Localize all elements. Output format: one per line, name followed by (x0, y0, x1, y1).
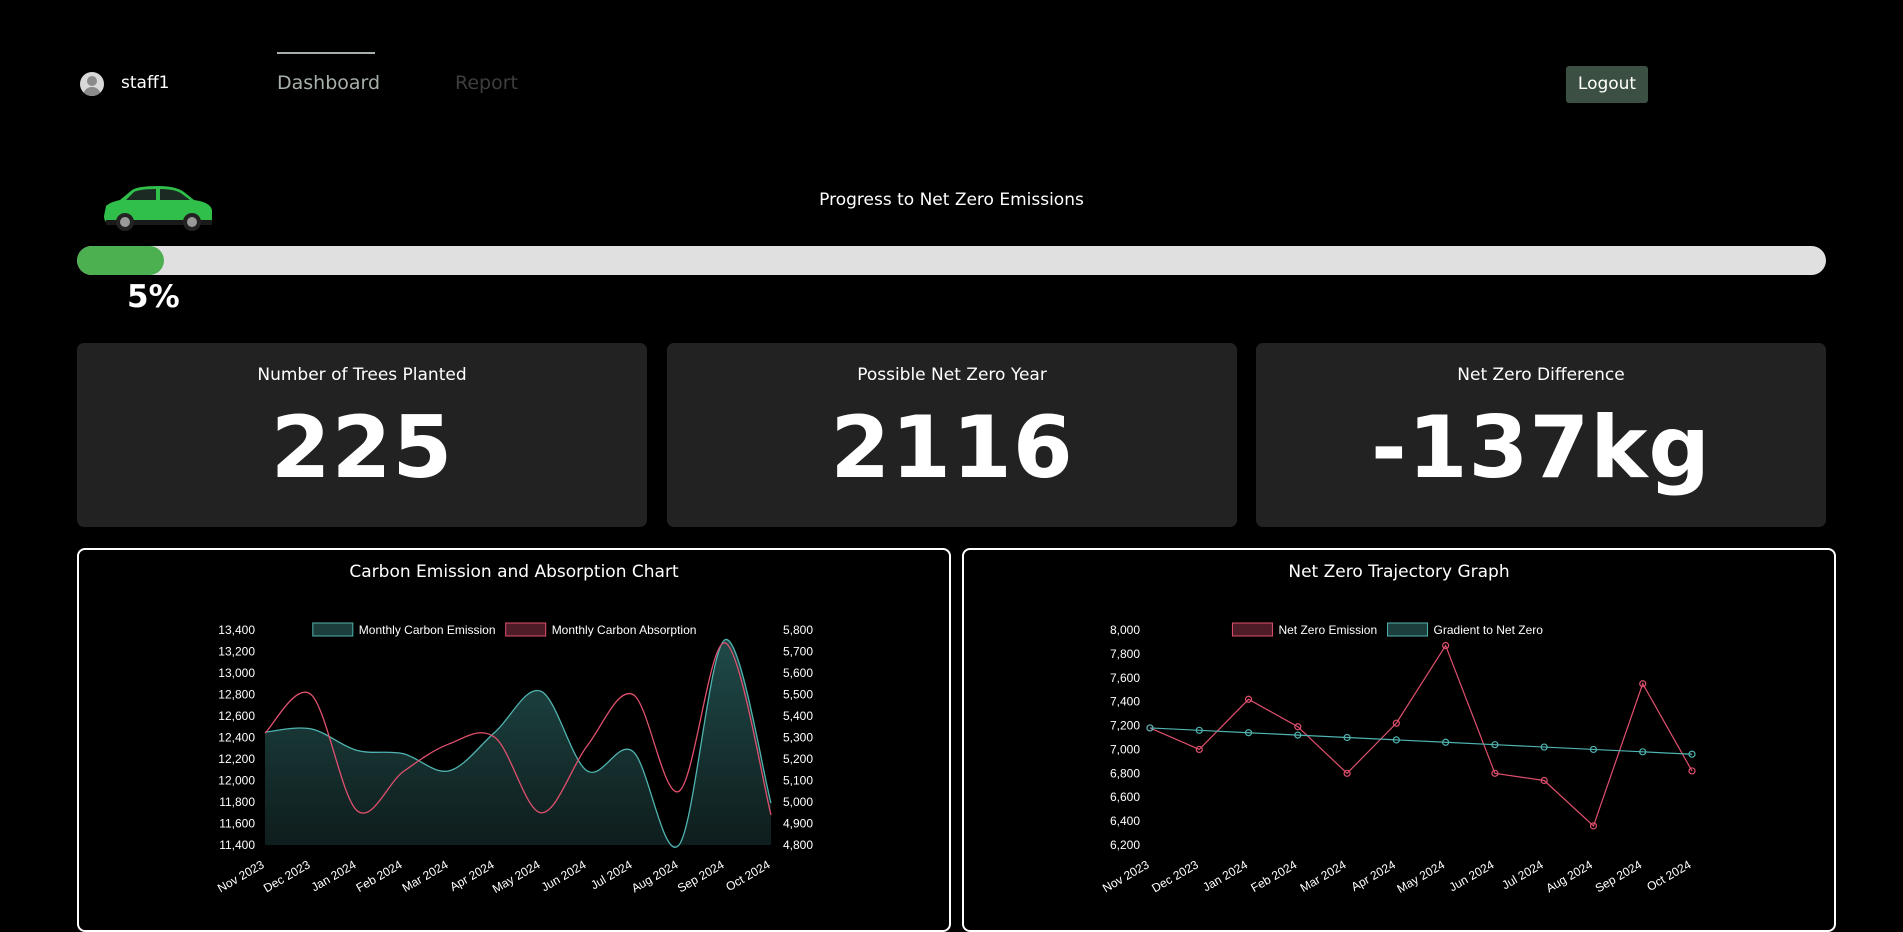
carbon-y-right-tick-label: 5,700 (783, 645, 813, 659)
trajectory-y-tick-label: 7,000 (1110, 742, 1140, 756)
trees-planted-label: Number of Trees Planted (257, 365, 467, 385)
progress-bar-fill (77, 246, 165, 275)
trees-planted-card: Number of Trees Planted 225 (77, 343, 647, 527)
net-zero-difference-value: -137kg (1371, 398, 1711, 498)
trajectory-x-tick-label: May 2024 (1394, 857, 1447, 896)
carbon-y-left-tick-label: 12,800 (218, 688, 255, 702)
carbon-y-left-tick-label: 12,400 (218, 731, 255, 745)
tab-dashboard[interactable]: Dashboard (277, 72, 380, 94)
trajectory-y-tick-label: 7,800 (1110, 647, 1140, 661)
carbon-y-left-tick-label: 11,800 (219, 795, 255, 809)
net-zero-difference-card: Net Zero Difference -137kg (1256, 343, 1826, 527)
carbon-x-tick-label: Dec 2023 (261, 857, 313, 895)
net-zero-year-label: Possible Net Zero Year (857, 365, 1047, 385)
carbon-y-left-tick-label: 12,600 (218, 709, 255, 723)
trajectory-x-tick-label: Feb 2024 (1248, 857, 1299, 895)
trajectory-x-tick-label: Nov 2023 (1100, 857, 1152, 895)
carbon-y-left-tick-label: 11,400 (219, 838, 255, 852)
carbon-x-tick-label: Sep 2024 (675, 857, 727, 895)
net-zero-difference-label: Net Zero Difference (1457, 365, 1625, 385)
trajectory-x-tick-label: Jul 2024 (1499, 857, 1546, 892)
net-zero-year-value: 2116 (830, 398, 1074, 498)
trajectory-legend-swatch-0 (1231, 622, 1273, 637)
carbon-x-tick-label: Aug 2024 (629, 857, 681, 895)
trajectory-x-tick-label: Aug 2024 (1543, 857, 1595, 895)
progress-percent: 5% (127, 279, 180, 315)
carbon-legend-label-1: Monthly Carbon Absorption (552, 623, 697, 637)
carbon-y-left-tick-label: 13,400 (218, 623, 255, 637)
trajectory-y-tick-label: 8,000 (1110, 623, 1140, 637)
trajectory-legend-swatch-1 (1387, 622, 1429, 637)
carbon-x-tick-label: Nov 2023 (215, 857, 267, 895)
carbon-y-left-tick-label: 13,000 (218, 666, 255, 680)
trajectory-y-tick-label: 7,600 (1110, 671, 1140, 685)
trajectory-chart: Net Zero Emission Gradient to Net Zero 8,0… (1100, 622, 1696, 896)
trajectory-legend-label-0: Net Zero Emission (1278, 623, 1377, 637)
carbon-y-right-tick-label: 5,400 (783, 709, 813, 723)
carbon-legend-swatch-1 (505, 622, 547, 637)
progress-bar (77, 246, 1826, 275)
carbon-x-tick-label: Feb 2024 (354, 857, 405, 895)
active-tab-indicator (277, 52, 375, 54)
trajectory-chart-panel: Net Zero Trajectory Graph Net Zero Emiss… (962, 548, 1836, 932)
trajectory-y-tick-label: 6,200 (1110, 838, 1140, 852)
trajectory-legend-label-1: Gradient to Net Zero (1434, 623, 1544, 637)
carbon-legend-swatch-0 (312, 622, 354, 637)
top-navigation: staff1 Dashboard Report Logout (0, 0, 1903, 120)
trajectory-x-tick-label: Oct 2024 (1644, 857, 1693, 894)
carbon-y-right-tick-label: 5,200 (783, 752, 813, 766)
carbon-chart: Monthly Carbon Emission Monthly Carbon Ab… (215, 622, 813, 896)
progress-title: Progress to Net Zero Emissions (819, 190, 1084, 210)
trajectory-y-tick-label: 6,400 (1110, 814, 1140, 828)
trajectory-x-tick-label: Jun 2024 (1447, 857, 1497, 894)
gradient-to-net-zero-series-line (1149, 727, 1693, 755)
trajectory-x-tick-label: Sep 2024 (1593, 857, 1645, 895)
trajectory-x-tick-label: Jan 2024 (1200, 857, 1250, 894)
trajectory-y-tick-label: 6,600 (1110, 790, 1140, 804)
carbon-x-tick-label: Jul 2024 (588, 857, 635, 892)
carbon-chart-panel: Carbon Emission and Absorption Chart Mon… (77, 548, 951, 932)
carbon-y-left-tick-label: 11,600 (219, 817, 255, 831)
carbon-y-left-tick-label: 12,000 (218, 774, 255, 788)
carbon-legend-label-0: Monthly Carbon Emission (359, 623, 496, 637)
user-avatar-icon[interactable] (80, 72, 104, 96)
carbon-y-left-tick-label: 13,200 (218, 645, 255, 659)
carbon-y-right-tick-label: 4,800 (783, 838, 813, 852)
username-label: staff1 (121, 73, 170, 93)
net-zero-emission-point (1688, 767, 1696, 775)
trajectory-y-tick-label: 7,400 (1110, 695, 1140, 709)
carbon-y-right-tick-label: 5,500 (783, 688, 813, 702)
carbon-x-tick-label: May 2024 (490, 857, 543, 896)
carbon-y-right-tick-label: 5,100 (783, 774, 813, 788)
carbon-x-tick-label: Jan 2024 (309, 857, 359, 894)
carbon-y-right-tick-label: 5,600 (783, 666, 813, 680)
carbon-y-left-tick-label: 12,200 (218, 752, 255, 766)
carbon-x-tick-label: Apr 2024 (447, 857, 496, 894)
carbon-y-right-tick-label: 5,800 (783, 623, 813, 637)
trajectory-x-tick-label: Dec 2023 (1149, 857, 1201, 895)
net-zero-emission-series-line (1149, 644, 1693, 827)
trees-planted-value: 225 (270, 398, 454, 498)
logout-button[interactable]: Logout (1566, 66, 1648, 103)
carbon-y-right-tick-label: 5,000 (783, 795, 813, 809)
carbon-x-tick-label: Jun 2024 (539, 857, 589, 894)
carbon-x-tick-label: Mar 2024 (400, 857, 451, 895)
trajectory-x-tick-label: Apr 2024 (1349, 857, 1398, 894)
net-zero-year-card: Possible Net Zero Year 2116 (667, 343, 1237, 527)
carbon-y-right-tick-label: 4,900 (783, 817, 813, 831)
carbon-y-right-tick-label: 5,300 (783, 731, 813, 745)
trajectory-y-tick-label: 6,800 (1110, 766, 1140, 780)
trajectory-y-tick-label: 7,200 (1110, 719, 1140, 733)
carbon-x-tick-label: Oct 2024 (723, 857, 772, 894)
trajectory-x-tick-label: Mar 2024 (1298, 857, 1349, 895)
tab-report[interactable]: Report (455, 72, 518, 94)
